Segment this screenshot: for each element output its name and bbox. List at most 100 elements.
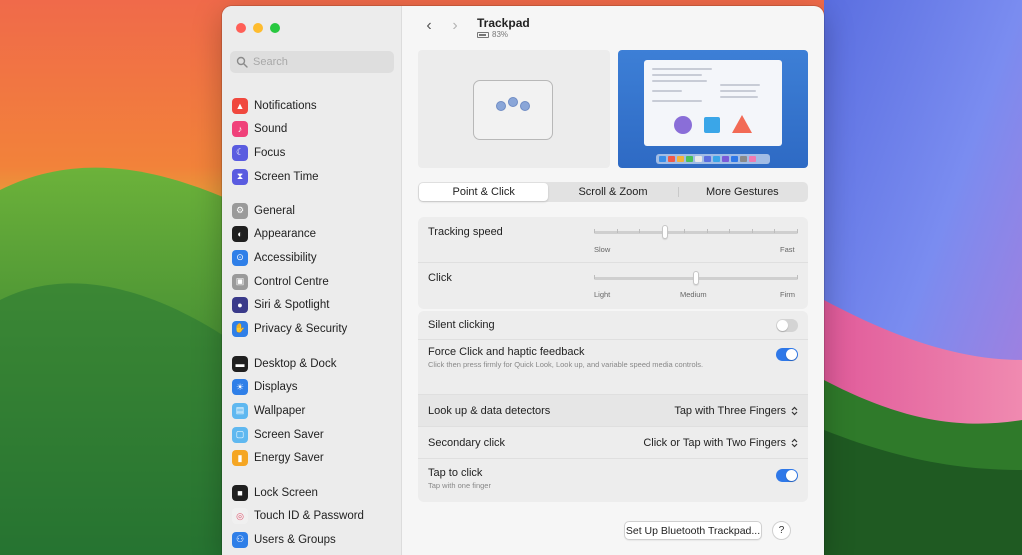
sidebar-group: ▲ Notifications ♪ Sound ☾ Focus ⧗ Screen Time — [232, 94, 392, 188]
search-field[interactable] — [230, 51, 394, 73]
sidebar-item-siri-spotlight[interactable]: ● Siri & Spotlight — [232, 293, 392, 317]
sidebar-item-label: Wallpaper — [254, 404, 306, 417]
force-click-label: Force Click and haptic feedback — [428, 346, 585, 358]
gesture-tabs: Point & Click Scroll & Zoom More Gesture… — [418, 182, 808, 202]
sidebar-group: ■ Lock Screen ◎ Touch ID & Password ⚇ Users &… — [232, 481, 392, 552]
sidebar-group: ▬ Desktop & Dock ☀ Displays ▤ Wallpaper ▢ Scree… — [232, 352, 392, 470]
click-settings-panel: Silent clicking Force Click and haptic f… — [418, 311, 808, 502]
forward-button[interactable]: › — [448, 18, 462, 34]
tap-to-click-label: Tap to click — [428, 467, 483, 479]
setup-bluetooth-trackpad-button[interactable]: Set Up Bluetooth Trackpad... — [624, 521, 762, 540]
sidebar-item-wallpaper[interactable]: ▤ Wallpaper — [232, 399, 392, 423]
medium-label: Medium — [680, 290, 707, 299]
sidebar-item-label: Screen Saver — [254, 428, 324, 441]
dock-icon: ▬ — [232, 355, 248, 372]
wallpaper-icon: ▤ — [232, 402, 248, 419]
slider-tick — [797, 275, 798, 279]
slow-label: Slow — [594, 245, 611, 254]
tab-more-gestures[interactable]: More Gestures — [677, 183, 807, 201]
tab-point-click[interactable]: Point & Click — [419, 183, 549, 201]
hand-icon: ✋ — [232, 320, 248, 337]
sidebar-item-label: Energy Saver — [254, 452, 324, 465]
triangle-shape — [732, 115, 752, 133]
bell-icon: ▲ — [232, 97, 248, 114]
help-button[interactable]: ? — [772, 521, 791, 540]
circle-shape — [674, 116, 692, 134]
fingerprint-icon: ◎ — [232, 508, 248, 525]
sidebar-item-users-groups[interactable]: ⚇ Users & Groups — [232, 528, 392, 552]
sidebar-item-energy-saver[interactable]: ▮ Energy Saver — [232, 446, 392, 470]
click-pressure-knob[interactable] — [693, 271, 699, 285]
sidebar-item-accessibility[interactable]: ⊙ Accessibility — [232, 246, 392, 270]
system-settings-window: ▲ Notifications ♪ Sound ☾ Focus ⧗ Screen Time ⚙ G… — [222, 6, 824, 555]
silent-clicking-toggle[interactable] — [776, 319, 798, 332]
square-shape — [704, 117, 720, 133]
sidebar-item-label: Focus — [254, 146, 286, 159]
sidebar-item-privacy-security[interactable]: ✋ Privacy & Security — [232, 317, 392, 341]
siri-icon: ● — [232, 297, 248, 314]
preview-document — [644, 60, 782, 146]
window-controls — [236, 23, 280, 33]
search-input[interactable] — [253, 56, 383, 68]
click-label: Click — [428, 272, 452, 284]
trackpad-pane: ‹ › Trackpad 83% Point & Click Scroll & … — [402, 6, 824, 555]
sidebar-item-control-centre[interactable]: ▣ Control Centre — [232, 270, 392, 294]
sidebar-item-sound[interactable]: ♪ Sound — [232, 118, 392, 142]
sidebar-item-screen-time[interactable]: ⧗ Screen Time — [232, 165, 392, 189]
search-icon — [236, 56, 248, 68]
control-centre-icon: ▣ — [232, 273, 248, 290]
sidebar-item-label: Displays — [254, 381, 298, 394]
sidebar-item-lock-screen[interactable]: ■ Lock Screen — [232, 481, 392, 505]
sidebar-item-displays[interactable]: ☀ Displays — [232, 376, 392, 400]
sidebar-item-label: Touch ID & Password — [254, 510, 364, 523]
close-window-button[interactable] — [236, 23, 246, 33]
force-click-description: Click then press firmly for Quick Look, … — [428, 360, 704, 369]
sidebar-item-label: Lock Screen — [254, 486, 318, 499]
tab-scroll-zoom[interactable]: Scroll & Zoom — [548, 183, 677, 201]
sidebar-item-label: Screen Time — [254, 170, 319, 183]
tracking-speed-label: Tracking speed — [428, 226, 503, 238]
gesture-preview-trackpad — [418, 50, 610, 168]
battery-percent: 83% — [492, 30, 509, 39]
tracking-speed-knob[interactable] — [662, 225, 668, 239]
gear-icon: ⚙ — [232, 202, 248, 219]
tracking-speed-row: Tracking speed Slow Fast — [418, 217, 808, 263]
trackpad-illustration — [473, 80, 553, 140]
secondary-click-popup[interactable]: Click or Tap with Two Fingers — [643, 437, 798, 449]
chevron-updown-icon — [791, 438, 798, 448]
tracking-speed-slider[interactable] — [594, 225, 798, 239]
minimize-window-button[interactable] — [253, 23, 263, 33]
click-pressure-slider[interactable] — [594, 271, 798, 285]
slider-tick — [684, 229, 685, 233]
battery-status: 83% — [477, 30, 508, 39]
slider-tick — [707, 229, 708, 233]
look-up-label: Look up & data detectors — [428, 405, 551, 417]
chevron-updown-icon — [791, 406, 798, 416]
sidebar-item-label: General — [254, 204, 295, 217]
sidebar-item-touch-id-password[interactable]: ◎ Touch ID & Password — [232, 505, 392, 529]
fast-label: Fast — [780, 245, 795, 254]
sidebar-item-focus[interactable]: ☾ Focus — [232, 141, 392, 165]
sidebar-item-label: Users & Groups — [254, 533, 336, 546]
secondary-click-value: Click or Tap with Two Fingers — [643, 437, 786, 449]
slider-tick — [594, 275, 595, 279]
sidebar-item-screen-saver[interactable]: ▢ Screen Saver — [232, 423, 392, 447]
back-button[interactable]: ‹ — [422, 18, 436, 34]
sidebar-item-notifications[interactable]: ▲ Notifications — [232, 94, 392, 118]
click-row: Click Light Medium Firm — [418, 263, 808, 309]
light-label: Light — [594, 290, 611, 299]
force-click-toggle[interactable] — [776, 348, 798, 361]
look-up-popup[interactable]: Tap with Three Fingers — [674, 405, 798, 417]
speaker-icon: ♪ — [232, 121, 248, 138]
sidebar-item-appearance[interactable]: ◐ Appearance — [232, 223, 392, 247]
sidebar-item-desktop-dock[interactable]: ▬ Desktop & Dock — [232, 352, 392, 376]
sidebar: ▲ Notifications ♪ Sound ☾ Focus ⧗ Screen Time ⚙ G… — [222, 6, 402, 555]
secondary-click-row: Secondary click Click or Tap with Two Fi… — [418, 427, 808, 459]
tap-to-click-toggle[interactable] — [776, 469, 798, 482]
zoom-window-button[interactable] — [270, 23, 280, 33]
sidebar-group: ⚙ General ◐ Appearance ⊙ Accessibility ▣ Contro… — [232, 199, 392, 341]
sidebar-item-general[interactable]: ⚙ General — [232, 199, 392, 223]
slider-tick — [752, 229, 753, 233]
sidebar-item-label: Appearance — [254, 228, 317, 241]
battery-icon — [477, 31, 489, 38]
